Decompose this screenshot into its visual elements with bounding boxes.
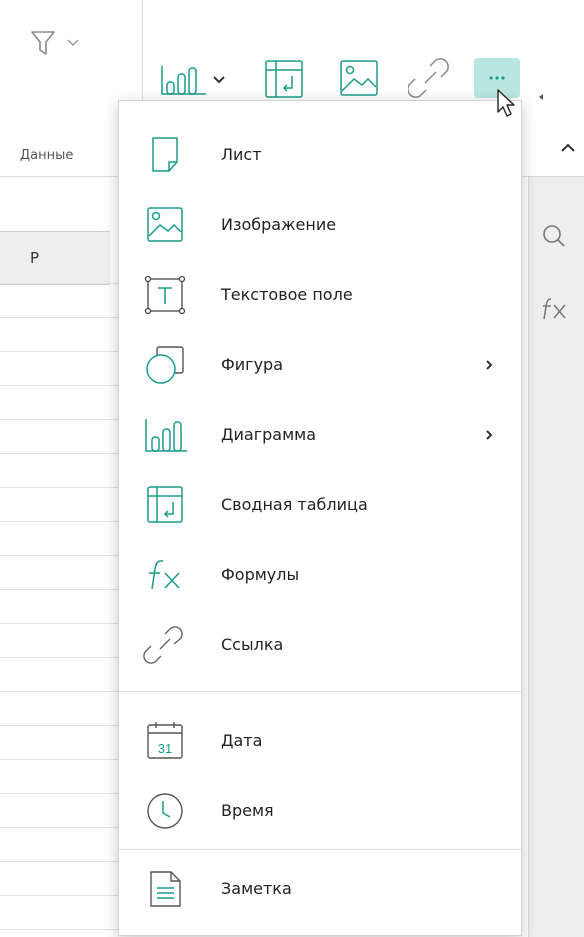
caret-left-icon <box>539 94 543 100</box>
grid-row-line <box>0 895 120 896</box>
right-side-panel <box>528 177 584 937</box>
grid-row-line <box>0 861 120 862</box>
menu-item-time[interactable]: Время <box>119 777 521 845</box>
grid-row-line <box>0 691 120 692</box>
menu-item-shape[interactable]: Фигура <box>119 331 521 399</box>
menu-item-pivot-table[interactable]: Сводная таблица <box>119 471 521 539</box>
menu-divider <box>119 691 521 692</box>
link-icon <box>143 626 183 664</box>
chevron-right-icon <box>486 430 493 440</box>
grid-row-line <box>0 487 120 488</box>
menu-item-label: Дата <box>221 731 263 750</box>
menu-item-label: Сводная таблица <box>221 495 368 514</box>
grid-row-line <box>0 725 120 726</box>
chart-dropdown-button[interactable] <box>160 60 242 100</box>
filter-dropdown-button[interactable] <box>28 26 108 66</box>
clock-icon <box>147 793 183 829</box>
chevron-up-icon <box>561 143 575 152</box>
formula-icon <box>149 560 180 590</box>
grid-row-line <box>0 521 120 522</box>
menu-item-text-box[interactable]: Текстовое поле <box>119 261 521 329</box>
menu-item-image[interactable]: Изображение <box>119 191 521 259</box>
grid-row-line <box>0 827 120 828</box>
grid-row-line <box>0 657 120 658</box>
column-letter: P <box>30 249 40 267</box>
menu-item-sheet[interactable]: Лист <box>119 121 521 189</box>
collapse-ribbon-button[interactable] <box>556 136 580 160</box>
sheet-icon <box>152 137 178 172</box>
menu-item-chart[interactable]: Диаграмма <box>119 401 521 469</box>
chart-icon <box>145 419 187 452</box>
menu-item-label: Текстовое поле <box>221 285 353 304</box>
grid-row-line <box>0 419 120 420</box>
menu-item-link[interactable]: Ссылка <box>119 611 521 679</box>
menu-item-formulas[interactable]: Формулы <box>119 541 521 609</box>
menu-item-label: Диаграмма <box>221 425 317 444</box>
menu-item-label: Заметка <box>221 879 292 898</box>
image-button[interactable] <box>338 58 386 100</box>
grid-row-line <box>0 283 120 284</box>
calendar-date-number: 31 <box>158 741 172 756</box>
insert-more-menu: Лист Изображение Текстовое поле Фигура Д… <box>118 100 522 936</box>
mouse-cursor-icon <box>497 89 515 117</box>
calendar-icon: 31 <box>147 722 183 759</box>
pivot-table-icon <box>265 60 303 98</box>
grid-row-line <box>0 317 120 318</box>
menu-item-date[interactable]: 31 Дата <box>119 707 521 775</box>
menu-item-label: Формулы <box>221 565 300 584</box>
menu-item-label: Ссылка <box>221 635 284 654</box>
chevron-right-icon <box>486 360 493 370</box>
menu-item-label: Фигура <box>221 355 284 374</box>
filter-icon <box>31 31 79 55</box>
grid-row-line <box>0 759 120 760</box>
chart-icon <box>161 66 225 95</box>
search-icon <box>543 225 565 247</box>
grid-row-line <box>0 623 120 624</box>
ribbon-group-label: Данные <box>20 148 74 163</box>
grid-row-line <box>0 589 120 590</box>
grid-row-line <box>0 929 120 930</box>
grid-row-line <box>0 793 120 794</box>
function-icon <box>543 298 566 320</box>
menu-item-note[interactable]: Заметка <box>119 855 521 923</box>
link-icon <box>407 58 449 98</box>
menu-item-label: Лист <box>221 145 262 164</box>
menu-item-label: Время <box>221 801 274 820</box>
function-button[interactable] <box>539 293 573 323</box>
pivot-table-icon <box>147 486 183 523</box>
image-icon <box>147 207 183 242</box>
note-icon <box>150 871 181 907</box>
menu-divider <box>119 849 521 850</box>
column-header[interactable] <box>0 231 110 285</box>
menu-item-label: Изображение <box>221 215 337 234</box>
more-dots-icon <box>489 76 505 80</box>
search-button[interactable] <box>539 221 569 251</box>
grid-row-line <box>0 385 120 386</box>
text-box-icon <box>144 275 186 315</box>
image-icon <box>340 60 378 96</box>
shape-icon <box>146 346 184 384</box>
grid-row-line <box>0 555 120 556</box>
pivot-table-button[interactable] <box>262 58 310 100</box>
grid-row-line <box>0 453 120 454</box>
scroll-right-button[interactable] <box>536 88 546 100</box>
link-button[interactable] <box>407 56 456 100</box>
grid-row-line <box>0 351 120 352</box>
